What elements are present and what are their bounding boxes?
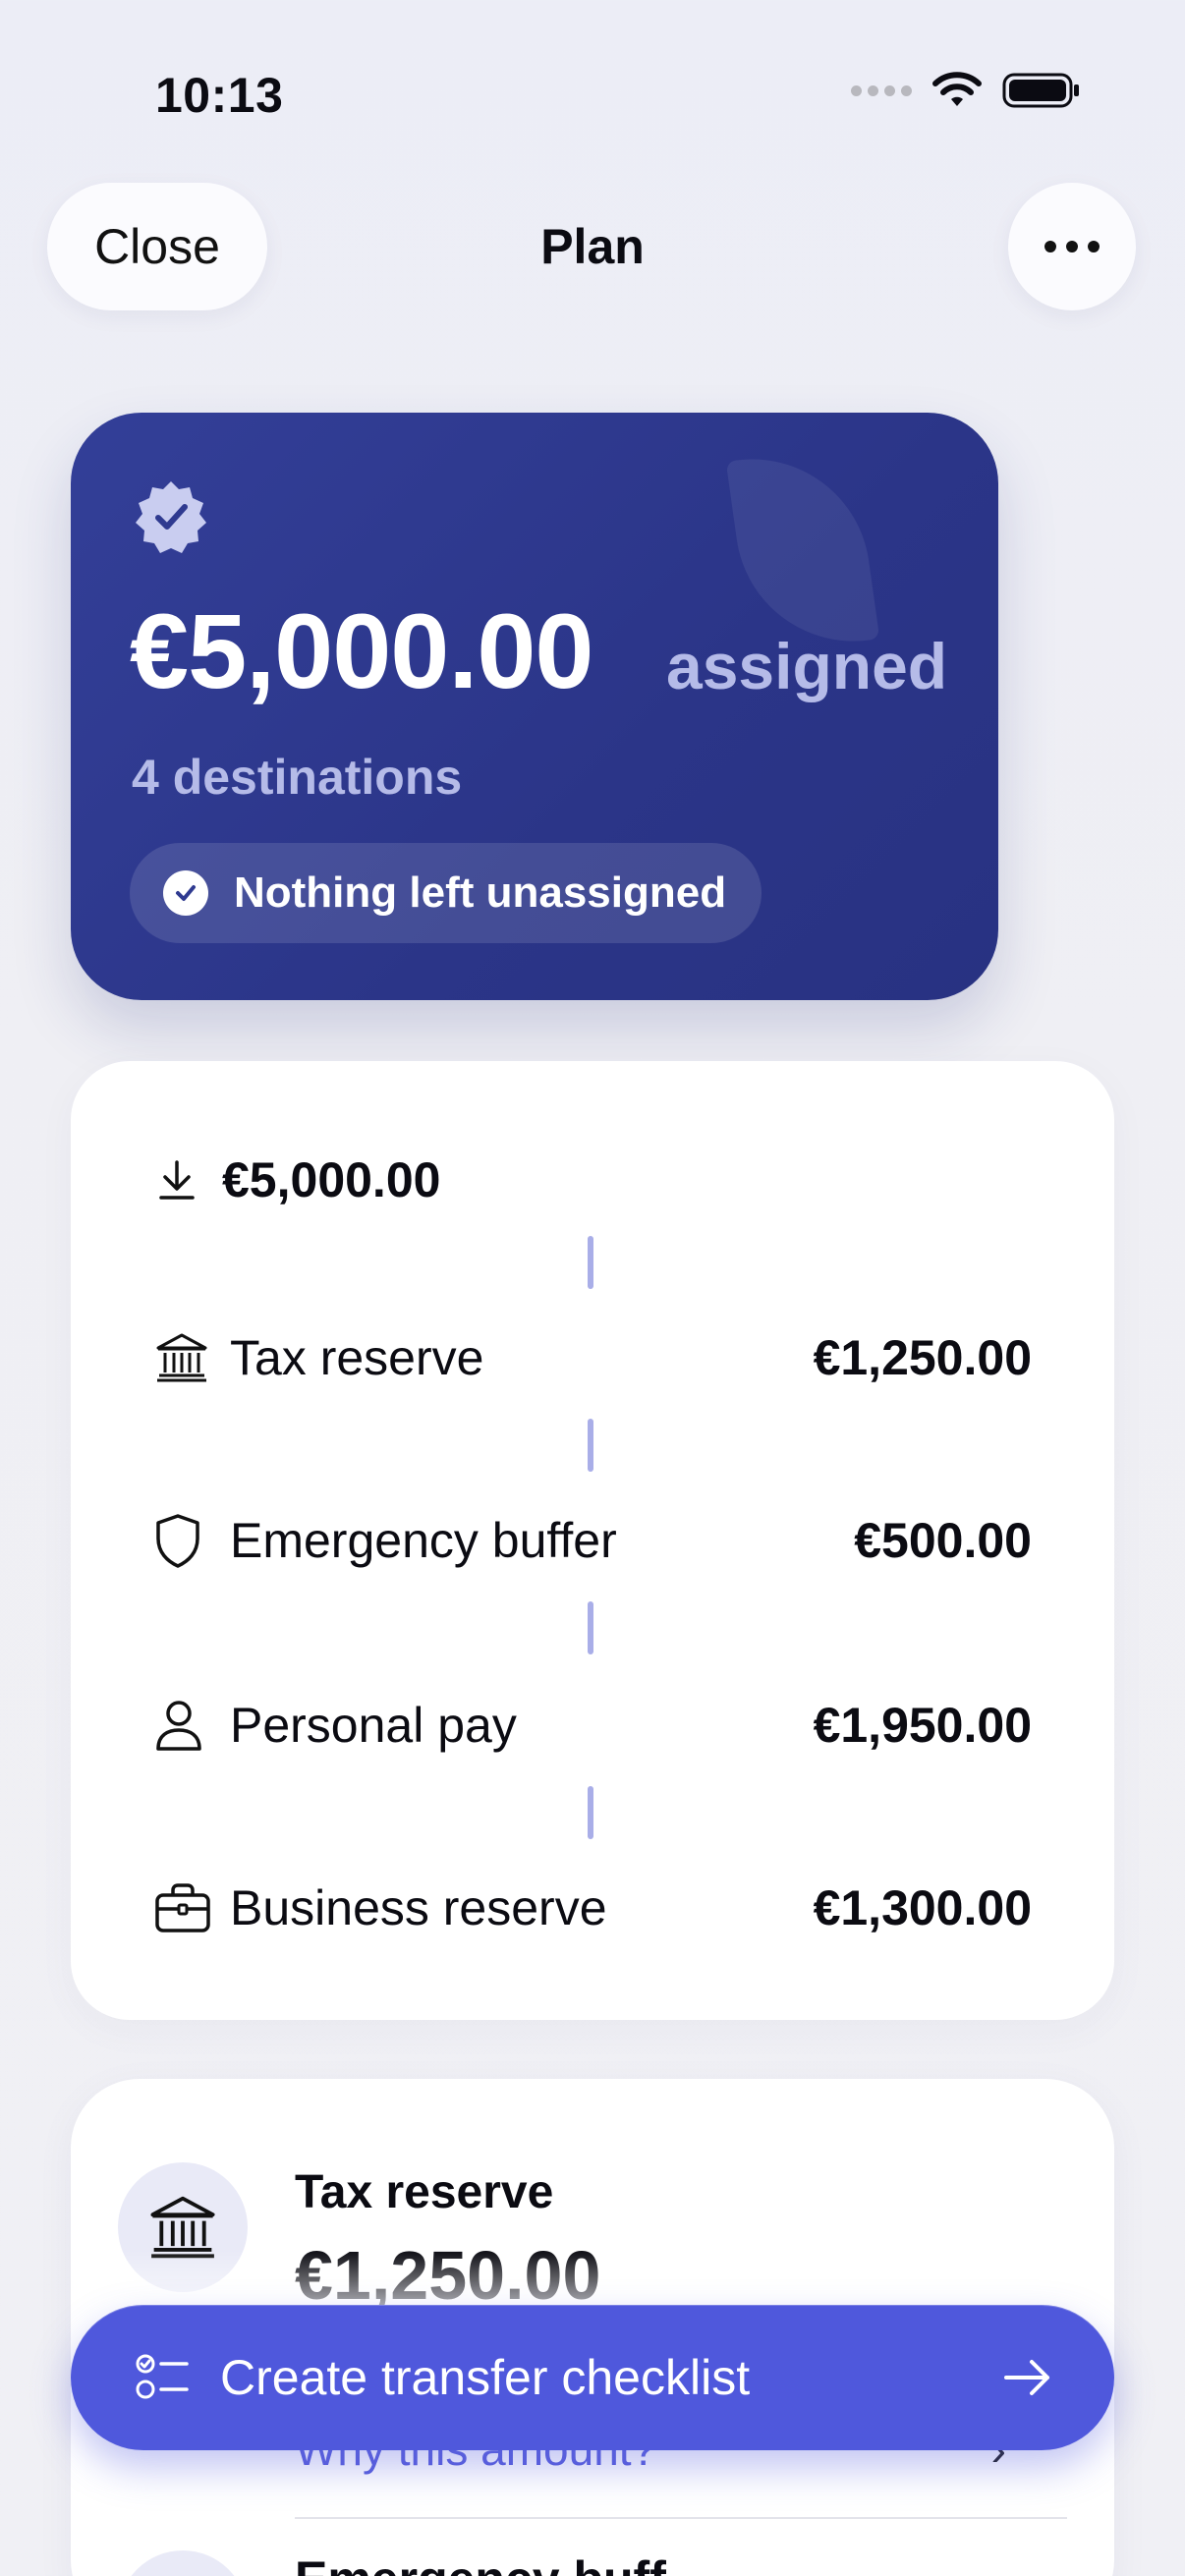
shield-icon — [156, 1514, 199, 1568]
assigned-summary-card: €5,000.00 assigned 4 destinations Nothin… — [71, 413, 998, 1000]
source-amount-row: €5,000.00 — [153, 1151, 440, 1208]
check-circle-icon — [163, 870, 208, 916]
flow-item-amount: €1,950.00 — [813, 1698, 1032, 1753]
status-badge-label: Nothing left unassigned — [234, 868, 727, 917]
flow-connector — [588, 1786, 593, 1839]
more-options-button[interactable] — [1008, 183, 1136, 310]
next-destination-label: Emergency buff — [295, 2550, 666, 2576]
flow-item-emergency-buffer[interactable]: Emergency buffer €500.00 — [153, 1501, 1032, 1580]
flow-item-label: Business reserve — [230, 1880, 607, 1935]
flow-item-label: Tax reserve — [230, 1330, 484, 1385]
leaf-decoration — [725, 443, 880, 657]
flow-connector — [588, 1601, 593, 1654]
wifi-icon — [932, 72, 982, 106]
battery-icon — [1002, 73, 1079, 108]
flow-item-amount: €1,300.00 — [813, 1880, 1032, 1935]
cta-label: Create transfer checklist — [220, 2350, 751, 2405]
flow-connector — [588, 1236, 593, 1289]
cellular-signal-icon — [851, 84, 912, 96]
briefcase-icon — [155, 1883, 210, 1932]
divider — [295, 2517, 1067, 2519]
flow-item-label: Emergency buffer — [230, 1513, 617, 1568]
flow-item-business-reserve[interactable]: Business reserve €1,300.00 — [153, 1869, 1032, 1947]
bank-icon — [156, 1333, 207, 1382]
download-arrow-icon — [159, 1160, 195, 1200]
flow-connector — [588, 1419, 593, 1472]
checklist-icon — [136, 2354, 189, 2399]
scroll-fade — [71, 2250, 1114, 2309]
ellipsis-icon — [1044, 241, 1056, 252]
create-transfer-checklist-button[interactable]: Create transfer checklist — [71, 2305, 1114, 2450]
destinations-count: 4 destinations — [132, 750, 463, 805]
flow-item-amount: €1,250.00 — [813, 1330, 1032, 1385]
detail-label: Tax reserve — [295, 2166, 554, 2218]
assigned-label: assigned — [666, 630, 948, 702]
flow-item-personal-pay[interactable]: Personal pay €1,950.00 — [153, 1686, 1032, 1764]
flow-item-tax-reserve[interactable]: Tax reserve €1,250.00 — [153, 1318, 1032, 1397]
allocation-flow-card: €5,000.00 Tax reserve €1,250.00 Emergenc… — [71, 1061, 1114, 2020]
person-icon — [156, 1701, 201, 1751]
source-amount: €5,000.00 — [222, 1152, 441, 1207]
assigned-amount: €5,000.00 — [130, 591, 593, 710]
shield-icon — [118, 2550, 248, 2576]
status-time: 10:13 — [155, 68, 284, 123]
flow-item-label: Personal pay — [230, 1698, 517, 1753]
status-badge: Nothing left unassigned — [130, 843, 762, 943]
status-indicators — [851, 71, 1081, 110]
flow-item-amount: €500.00 — [854, 1513, 1032, 1568]
arrow-right-icon — [1004, 2360, 1049, 2395]
verified-badge-icon — [136, 481, 206, 553]
